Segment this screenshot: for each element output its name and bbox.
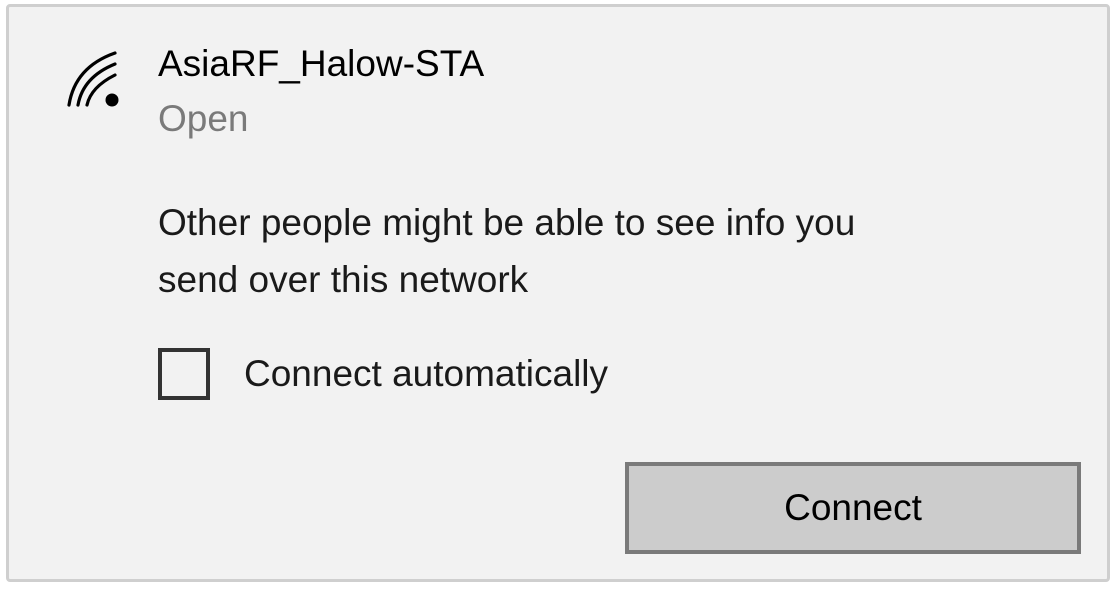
security-warning-text: Other people might be able to see info y… <box>158 194 1038 308</box>
network-security-status: Open <box>158 98 249 139</box>
connect-automatically-option[interactable]: Connect automatically <box>158 343 608 405</box>
wifi-icon <box>59 47 127 115</box>
security-warning-line: Other people might be able to see info y… <box>158 202 856 243</box>
connect-button[interactable]: Connect <box>625 462 1081 554</box>
security-warning-line: send over this network <box>158 259 529 300</box>
connect-automatically-checkbox[interactable] <box>158 348 210 400</box>
network-ssid: AsiaRF_Halow-STA <box>158 43 485 84</box>
connect-automatically-label: Connect automatically <box>244 353 609 394</box>
wifi-network-panel: AsiaRF_Halow-STA Open Other people might… <box>6 4 1110 582</box>
